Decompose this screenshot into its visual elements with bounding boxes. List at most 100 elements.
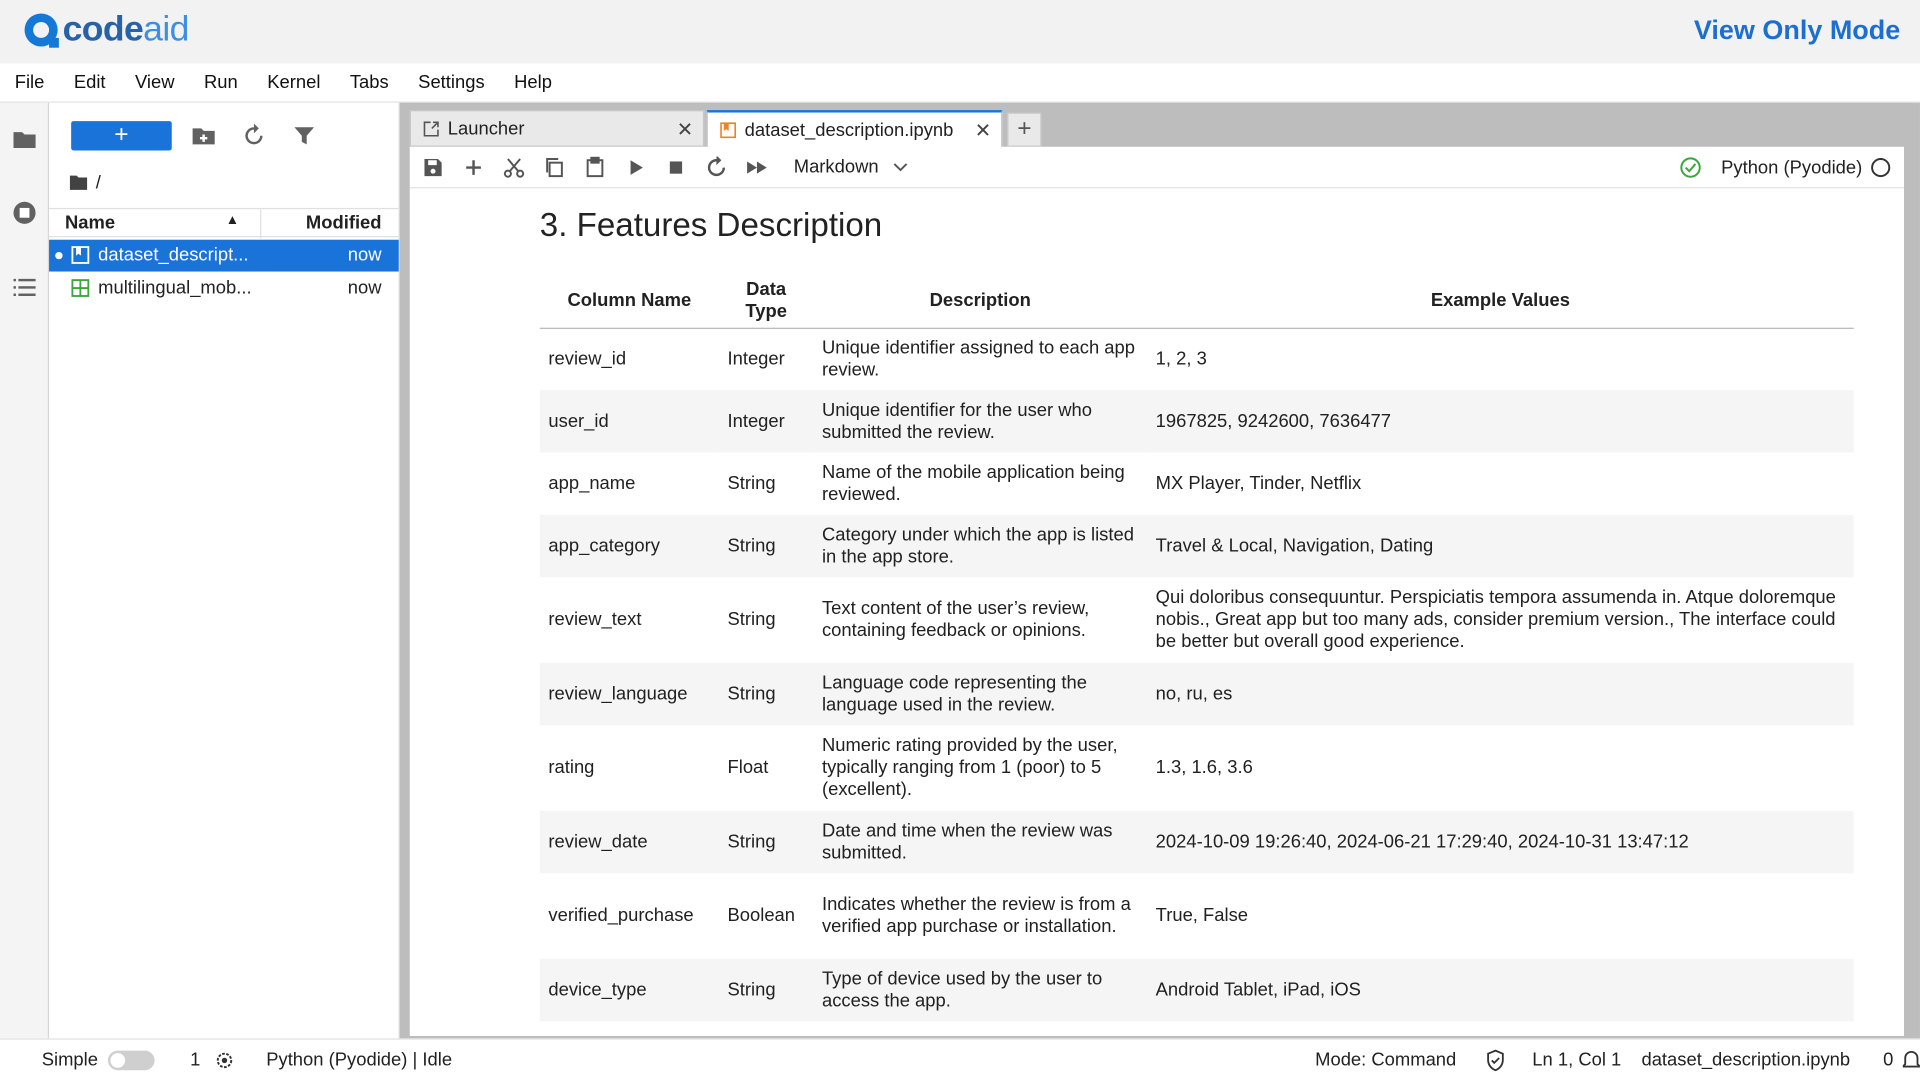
cell-data-type: String: [727, 609, 776, 630]
menu-run[interactable]: Run: [204, 72, 238, 93]
notebook-toolbar: Markdown Python (Pyodide): [409, 147, 1904, 189]
paste-icon[interactable]: [584, 156, 606, 179]
simple-mode-toggle[interactable]: [107, 1050, 155, 1071]
refresh-icon[interactable]: [242, 123, 267, 148]
breadcrumb: /: [69, 169, 101, 196]
cell-description: Unique identifier assigned to each app r…: [821, 337, 1136, 381]
cell-column-name: review_date: [539, 810, 719, 874]
cell-column-name: review_language: [539, 662, 719, 726]
cell-data-type: Integer: [718, 390, 814, 453]
menu-view[interactable]: View: [135, 72, 175, 93]
fast-forward-icon[interactable]: [746, 157, 768, 179]
activity-bar: [0, 102, 50, 1039]
menu-kernel[interactable]: Kernel: [267, 72, 320, 93]
header-example-values: Example Values: [1147, 273, 1854, 329]
cell-column-name: rating: [548, 757, 595, 778]
cell-column-name: user_id: [539, 390, 719, 453]
stop-icon[interactable]: [665, 157, 687, 179]
main-dock-area: Launcher ✕ dataset_description.ipynb ✕ +: [399, 102, 1920, 1039]
cell-example-values: Qui doloribus consequuntur. Perspiciatis…: [1155, 587, 1836, 652]
app-window: code aid View Only Mode File Edit View R…: [0, 0, 1920, 1080]
kernel-indicator[interactable]: Python (Pyodide): [1679, 157, 1891, 179]
cursor-position[interactable]: Ln 1, Col 1: [1532, 1049, 1621, 1070]
cell-type-value: Markdown: [793, 156, 879, 178]
filter-icon[interactable]: [292, 124, 317, 148]
menu-help[interactable]: Help: [514, 72, 552, 93]
file-browser: + / Name ▲ Modified dataset_descript... …: [49, 102, 400, 1039]
close-icon[interactable]: ✕: [975, 119, 991, 143]
notebook-icon: [720, 122, 737, 139]
save-icon[interactable]: [422, 157, 444, 179]
folder-icon[interactable]: [12, 127, 37, 151]
cell-example-values: 1967825, 9242600, 7636477: [1147, 390, 1854, 453]
menu-settings[interactable]: Settings: [418, 72, 484, 93]
kernel-status-circle-icon: [1871, 158, 1891, 178]
header-description: Description: [813, 273, 1148, 329]
kernel-name[interactable]: Python (Pyodide): [1721, 157, 1862, 178]
table-row: user_id Integer Unique identifier for th…: [539, 390, 1854, 453]
sort-ascending-icon: ▲: [225, 212, 240, 228]
run-icon[interactable]: [624, 157, 646, 179]
cell-type-select[interactable]: Markdown: [793, 156, 908, 178]
cell-description: Type of device used by the user to acces…: [813, 958, 1148, 1022]
table-of-contents-icon[interactable]: [12, 275, 37, 299]
shield-icon[interactable]: [1486, 1049, 1506, 1072]
cell-example-values: MX Player, Tinder, Netflix: [1155, 472, 1362, 494]
cell-example-values: Android Tablet, iPad, iOS: [1147, 958, 1854, 1022]
cell-description: Language code representing the language …: [813, 662, 1148, 726]
menu-file[interactable]: File: [15, 72, 45, 93]
features-table: Column Name Data Type Description Exampl…: [539, 273, 1854, 1022]
column-divider[interactable]: [260, 209, 262, 239]
table-header-row: Column Name Data Type Description Exampl…: [539, 273, 1854, 329]
cell-example-values: Travel & Local, Navigation, Dating: [1147, 514, 1854, 578]
cell-description: Numeric rating provided by the user, typ…: [821, 735, 1118, 800]
notebook-content: 3. Features Description Column Name Data…: [410, 190, 1904, 1036]
cell-description: Text content of the user’s review, conta…: [821, 598, 1090, 641]
running-kernels-icon[interactable]: [12, 201, 37, 225]
bell-icon[interactable]: [1902, 1049, 1920, 1071]
header-column-name: Column Name: [539, 273, 719, 329]
kernel-gear-icon[interactable]: [215, 1051, 235, 1071]
tab-label: Launcher: [447, 118, 525, 140]
add-tab-button[interactable]: +: [1007, 112, 1042, 147]
new-folder-icon[interactable]: [191, 124, 216, 148]
spreadsheet-icon: [71, 279, 90, 297]
cell-description: Name of the mobile application being rev…: [821, 461, 1125, 505]
file-modified: now: [347, 277, 382, 299]
modified-column-header[interactable]: Modified: [306, 213, 382, 234]
insert-cell-icon[interactable]: [463, 157, 485, 179]
tab-dataset-description[interactable]: dataset_description.ipynb ✕: [706, 110, 1003, 148]
cell-example-values: 2024-10-09 19:26:40, 2024-06-21 17:29:40…: [1147, 810, 1854, 874]
breadcrumb-path[interactable]: /: [96, 172, 101, 193]
view-only-mode-label: View Only Mode: [1693, 14, 1901, 46]
file-browser-toolbar: +: [49, 103, 400, 167]
home-folder-icon[interactable]: [69, 174, 89, 191]
logo-text-aid: aid: [143, 9, 189, 49]
tab-launcher[interactable]: Launcher ✕: [409, 110, 705, 147]
cell-example-values: 1, 2, 3: [1155, 348, 1207, 370]
new-launcher-button[interactable]: +: [71, 121, 172, 151]
copy-icon[interactable]: [543, 157, 565, 179]
simple-mode-label: Simple: [41, 1049, 98, 1071]
menu-edit[interactable]: Edit: [74, 72, 106, 93]
menu-tabs[interactable]: Tabs: [350, 72, 389, 93]
name-column-header[interactable]: Name: [65, 213, 115, 234]
close-icon[interactable]: ✕: [677, 117, 693, 141]
kernel-status[interactable]: Python (Pyodide) | Idle: [266, 1049, 452, 1070]
file-item[interactable]: dataset_descript... now: [49, 239, 399, 272]
table-row: verified_purchase Boolean Indicates whet…: [540, 873, 1854, 959]
cell-data-type: Integer: [727, 348, 785, 370]
file-item[interactable]: multilingual_mob... now: [49, 273, 399, 305]
cut-icon[interactable]: [503, 157, 525, 179]
cell-example-values: no, ru, es: [1147, 662, 1854, 726]
menu-bar: File Edit View Run Kernel Tabs Settings …: [0, 63, 1920, 103]
table-row: device_type String Type of device used b…: [539, 958, 1854, 1022]
cell-description: Category under which the app is listed i…: [813, 514, 1148, 578]
cell-column-name: review_text: [548, 609, 642, 630]
kernel-ok-icon: [1680, 157, 1701, 178]
restart-icon[interactable]: [705, 156, 727, 179]
cell-data-type: Float: [727, 757, 769, 778]
cell-example-values: True, False: [1155, 905, 1249, 926]
cell-data-type: String: [718, 514, 814, 578]
logo-text-code: code: [62, 9, 144, 49]
